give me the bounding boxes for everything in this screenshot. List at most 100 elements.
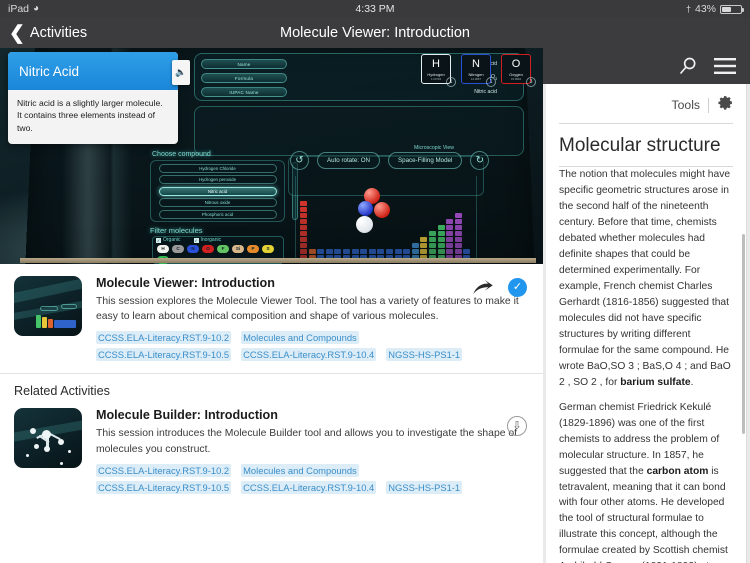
compound-option[interactable]: Hydrogen Chloride (158, 163, 277, 173)
choose-compound-title: Choose compound (152, 151, 211, 158)
standard-tag[interactable]: Molecules and Compounds (241, 331, 359, 345)
card-description: This session explores the Molecule Viewe… (96, 296, 519, 323)
compound-option-selected[interactable]: Nitric acid (158, 186, 277, 196)
related-activity-thumbnail[interactable] (14, 408, 82, 469)
atom-filter-pill[interactable]: O (202, 245, 214, 253)
periodic-table-cell (437, 225, 445, 230)
card-actions: ✓ (472, 278, 527, 297)
periodic-table-column (429, 231, 436, 260)
auto-rotate-toggle[interactable]: Auto rotate: ON (317, 152, 380, 169)
status-bar: iPad ◕ 4:33 PM † 43% (0, 0, 750, 18)
atom-filter-pill[interactable]: F (217, 245, 229, 253)
compound-option[interactable]: Phosphoric acid (158, 209, 277, 219)
paragraph-2-bold-term: carbon atom (646, 465, 709, 477)
article-scrollbar[interactable] (742, 234, 745, 434)
hamburger-menu-icon[interactable] (714, 57, 736, 75)
navigation-bar: ❮ Activities Molecule Viewer: Introducti… (0, 18, 750, 48)
standard-tag[interactable]: CCSS.ELA-Literacy.RST.9-10.5 (96, 348, 232, 362)
related-standards-tag-list: CCSS.ELA-Literacy.RST.9-10.2 Molecules an… (96, 463, 496, 494)
tools-divider (708, 97, 709, 113)
periodic-table-cell (446, 231, 454, 236)
periodic-table-cell (300, 201, 307, 206)
share-arrow-icon[interactable] (472, 279, 494, 296)
standard-tag[interactable]: NGSS-HS-PS1-1 (386, 480, 463, 494)
check-circle-icon[interactable]: ✓ (508, 278, 527, 297)
periodic-table-cell (454, 231, 462, 236)
element-count: 1 (486, 77, 496, 87)
related-activity-card[interactable]: ⇩ Molecule Builder: Introduction This se… (0, 402, 543, 504)
filter-checkbox-inorganic[interactable]: ✓ Inorganic (193, 237, 221, 243)
atom-filter-pill[interactable]: N (187, 245, 199, 253)
gear-icon[interactable] (717, 94, 734, 116)
download-circle-icon[interactable]: ⇩ (507, 416, 527, 437)
atom-filter-pill[interactable]: P (247, 245, 259, 253)
filter-molecules-title: Filter molecules (150, 226, 203, 235)
periodic-table-cell (437, 231, 445, 236)
activity-thumbnail[interactable] (14, 276, 82, 336)
search-icon[interactable] (678, 56, 698, 76)
choose-compound-list[interactable]: Hydrogen Chloride Hydrogen peroxide Nitr… (150, 160, 285, 222)
periodic-table-cell (334, 249, 342, 254)
compound-option[interactable]: Hydrogen peroxide (158, 175, 277, 184)
standard-tag[interactable]: CCSS.ELA-Literacy.RST.9-10.4 (241, 480, 377, 494)
related-card-text: Molecule Builder: Introduction This sess… (96, 408, 529, 494)
card-title: Molecule Viewer: Introduction (96, 276, 275, 290)
element-composition-panel (194, 106, 524, 156)
paragraph-1-bold-term: barium sulfate (620, 376, 691, 388)
standard-tag[interactable]: NGSS-HS-PS1-1 (386, 348, 463, 362)
element-symbol: O (511, 58, 521, 70)
info-row-label: Name (201, 58, 287, 69)
element-tile-nitrogen[interactable]: N Nitrogen 14.0067 1 (461, 54, 496, 87)
standard-tag[interactable]: CCSS.ELA-Literacy.RST.9-10.4 (241, 348, 377, 362)
filter-checkbox-organic[interactable]: ✓ Organic (156, 237, 181, 243)
periodic-table-3d[interactable] (300, 186, 480, 260)
atom-filter-pill[interactable]: S (262, 245, 274, 253)
atom-filter-pill[interactable]: H (157, 245, 169, 253)
element-tile-oxygen[interactable]: O Oxygen 15.9994 3 (501, 54, 536, 87)
periodic-table-cell (446, 225, 454, 230)
info-row-label: Formula (201, 72, 287, 83)
atom-filter-pill[interactable]: C (172, 245, 184, 253)
rotate-left-icon[interactable]: ↺ (290, 151, 309, 170)
periodic-table-cell (300, 249, 307, 254)
periodic-table-cell (420, 243, 428, 248)
page-title: Molecule Viewer: Introduction (280, 25, 470, 41)
periodic-table-cell (454, 249, 462, 254)
card-content: Molecule Viewer: Introduction This sessi… (14, 276, 529, 362)
periodic-table-cell (300, 219, 307, 224)
periodic-table-cell (446, 219, 454, 224)
periodic-table-cell (403, 249, 411, 254)
periodic-table-cell (308, 249, 316, 254)
molecule-viewer-app-canvas[interactable]: Name Nitric acid Formula HNO3 IUPAC Name… (0, 48, 543, 264)
rotate-right-icon[interactable]: ↻ (470, 151, 490, 170)
periodic-table-cell (446, 237, 454, 242)
tools-label[interactable]: Tools (672, 98, 700, 112)
periodic-table-cell (394, 249, 402, 254)
standards-tag-list: CCSS.ELA-Literacy.RST.9-10.2 Molecules an… (96, 331, 496, 362)
periodic-table-cell (420, 237, 428, 242)
standard-tag[interactable]: Molecules and Compounds (241, 463, 359, 477)
model-type-button[interactable]: Space-Filling Model (388, 152, 463, 169)
element-tile-hydrogen[interactable]: H Hydrogen 1.00794 1 (421, 54, 456, 87)
periodic-table-cell (325, 249, 333, 254)
article-title: Molecular structure (559, 135, 721, 156)
element-count: 1 (446, 77, 456, 87)
speaker-icon[interactable]: 🔈 (172, 60, 190, 85)
related-card-description: This session introduces the Molecule Bui… (96, 428, 518, 455)
periodic-table-cell (317, 249, 325, 254)
standard-tag[interactable]: CCSS.ELA-Literacy.RST.9-10.5 (96, 480, 232, 494)
status-bar-right: † 43% (686, 3, 744, 15)
periodic-table-cell (454, 243, 462, 248)
compound-info-popover: Nitric Acid Nitric acid is a slightly la… (8, 52, 178, 145)
compound-option[interactable]: Nitrous oxide (158, 198, 277, 207)
periodic-table-cell (454, 213, 462, 218)
standard-tag[interactable]: CCSS.ELA-Literacy.RST.9-10.2 (96, 463, 232, 477)
activity-summary-card: ✓ Molecule Viewer: Introduction This ses… (0, 264, 543, 372)
atom-filter-pill[interactable]: Si (232, 245, 244, 253)
standard-tag[interactable]: CCSS.ELA-Literacy.RST.9-10.2 (96, 331, 232, 345)
periodic-table-cell (300, 225, 307, 230)
periodic-table-cell (437, 237, 445, 242)
periodic-table-cell (463, 249, 471, 254)
periodic-table-cell (360, 249, 368, 254)
periodic-table-cell (411, 243, 419, 248)
